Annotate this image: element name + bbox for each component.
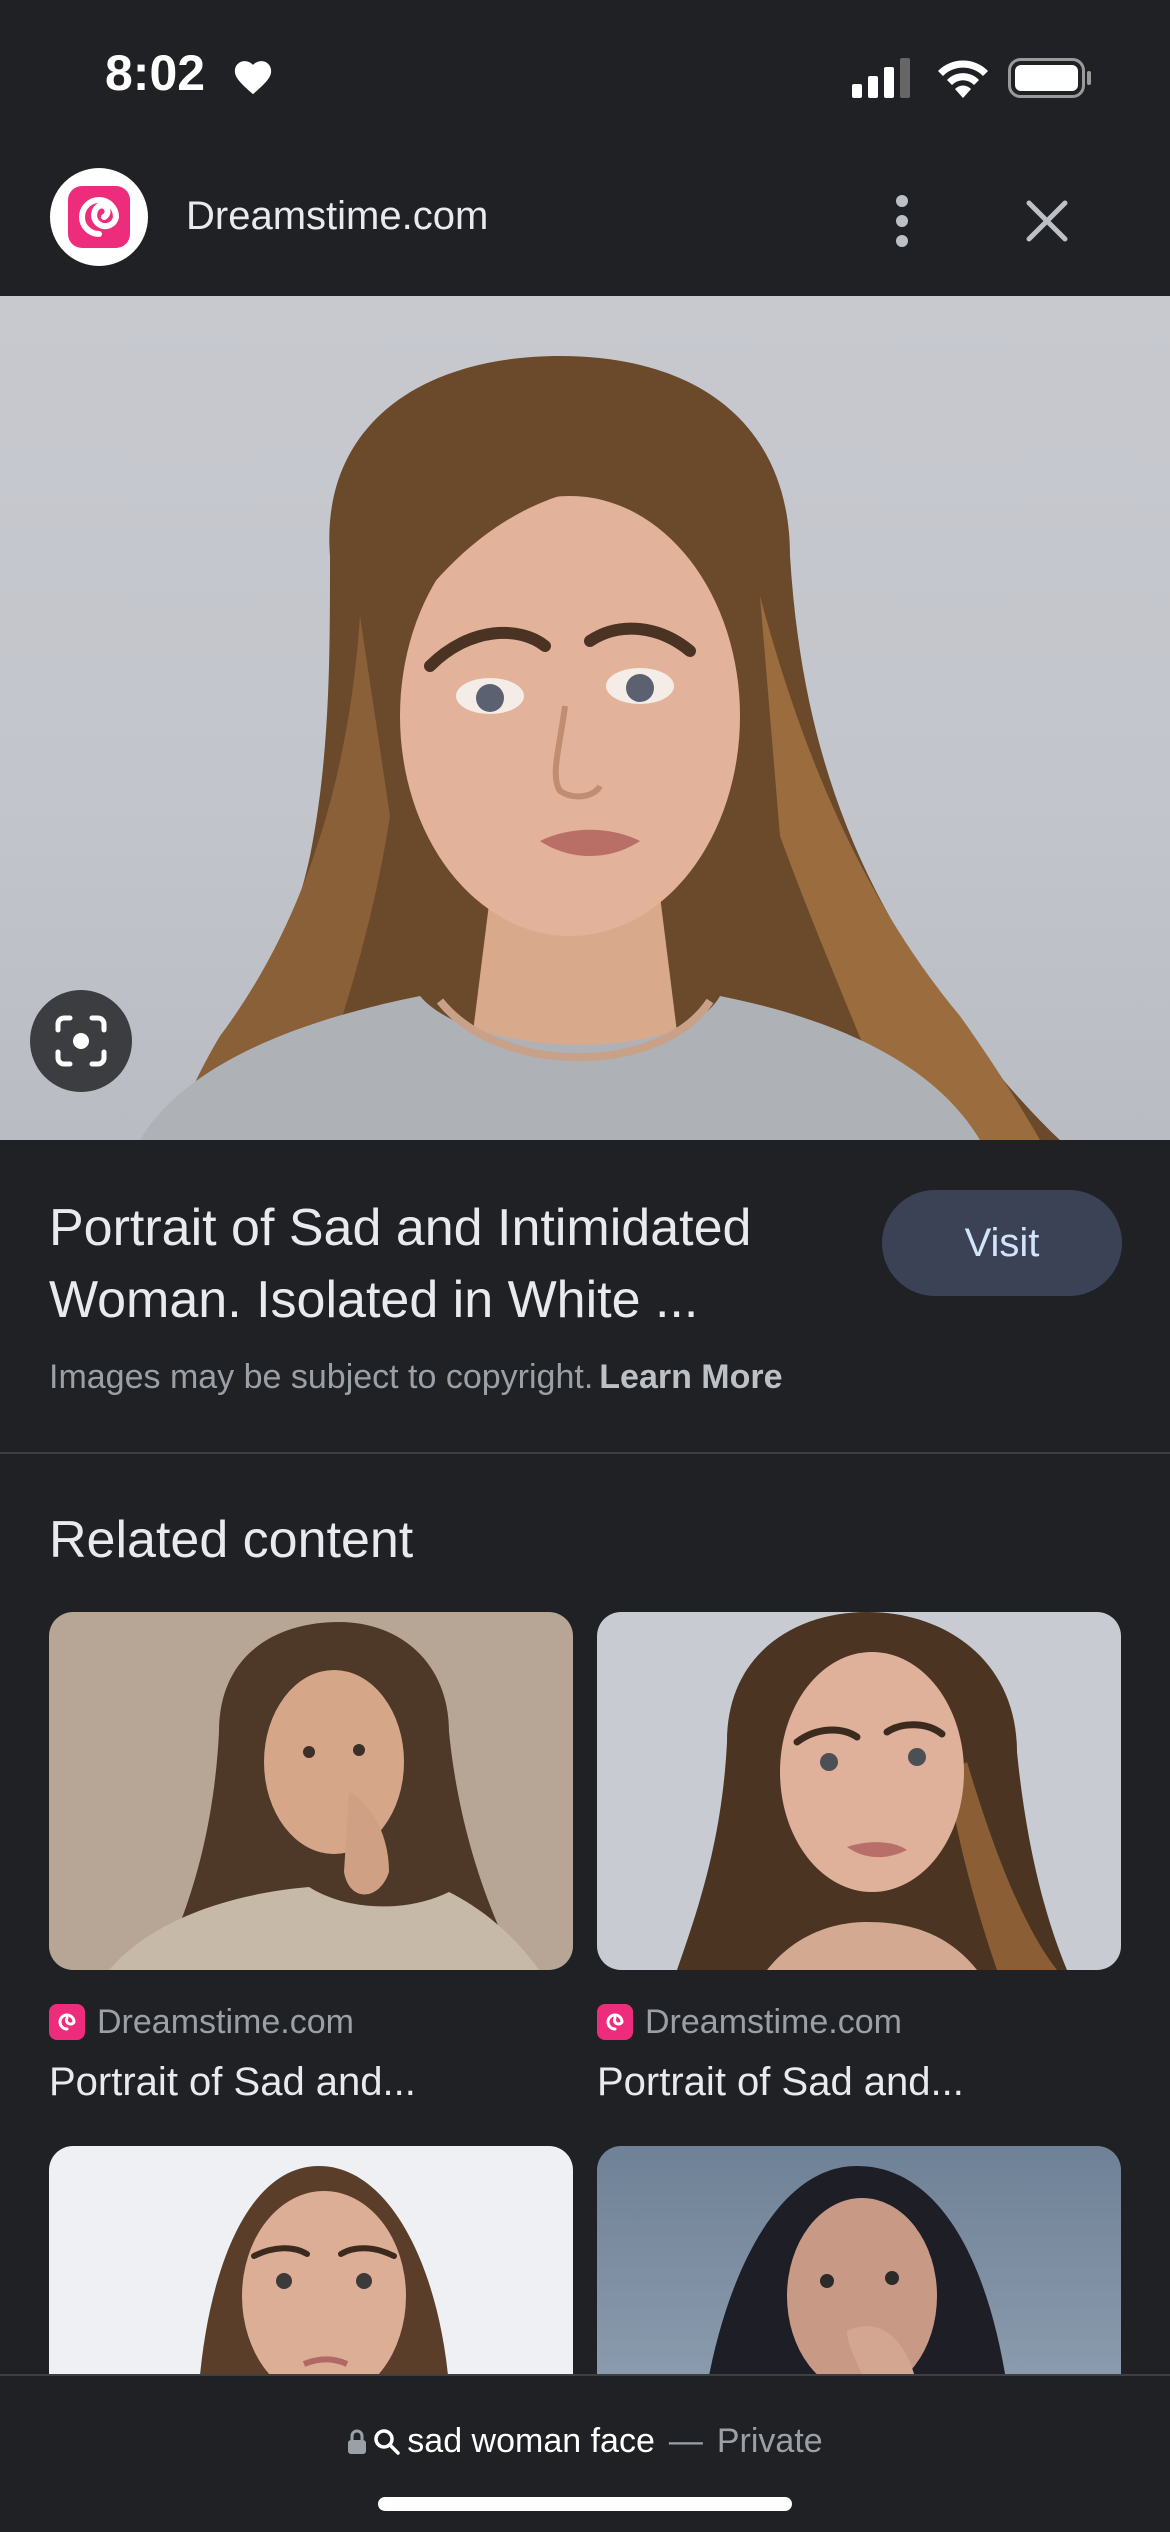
- status-time: 8:02: [105, 45, 206, 101]
- lens-search-button[interactable]: [30, 990, 132, 1092]
- main-image[interactable]: [0, 296, 1170, 1140]
- private-separator: —: [668, 2422, 703, 2460]
- lock-icon: [348, 2429, 367, 2454]
- heart-icon: [234, 61, 272, 95]
- related-thumbnail[interactable]: [597, 2146, 1121, 2386]
- wifi-icon: [938, 60, 988, 98]
- related-thumbnail[interactable]: [597, 1612, 1121, 1970]
- related-title[interactable]: Portrait of Sad and...: [49, 2060, 416, 2105]
- close-button[interactable]: [1012, 186, 1082, 256]
- related-source: Dreamstime.com: [49, 2002, 354, 2042]
- related-title[interactable]: Portrait of Sad and...: [597, 2060, 964, 2105]
- learn-more-link[interactable]: Learn More: [599, 1358, 782, 1396]
- related-thumbnail-image: [677, 1612, 1067, 1970]
- related-thumbnail[interactable]: [49, 1612, 573, 1970]
- search-query: sad woman face: [407, 2422, 655, 2460]
- signal-icon: [852, 58, 910, 98]
- dreamstime-logo-icon: [68, 186, 130, 248]
- related-source: Dreamstime.com: [597, 2002, 902, 2042]
- divider: [0, 1452, 1170, 1454]
- copyright-text: Images may be subject to copyright.: [49, 1358, 594, 1396]
- status-bar: 8:02: [0, 0, 1170, 150]
- related-source-name: Dreamstime.com: [97, 2002, 354, 2041]
- site-logo[interactable]: [50, 168, 148, 266]
- related-thumbnail-image: [109, 1622, 539, 1970]
- battery-icon: [1008, 58, 1091, 98]
- site-name[interactable]: Dreamstime.com: [186, 194, 488, 239]
- related-thumbnail-image: [707, 2166, 1007, 2386]
- visit-button[interactable]: Visit: [882, 1190, 1122, 1296]
- home-indicator[interactable]: [378, 2497, 792, 2511]
- related-card[interactable]: [49, 2146, 573, 2386]
- more-vert-icon: [896, 195, 908, 247]
- viewer-header: Dreamstime.com: [0, 150, 1170, 296]
- image-title[interactable]: Portrait of Sad and Intimidated Woman. I…: [49, 1192, 849, 1336]
- related-card[interactable]: Dreamstime.com Portrait of Sad and...: [49, 1612, 573, 2104]
- private-mode-label: Private: [716, 2422, 823, 2460]
- related-card[interactable]: [597, 2146, 1121, 2386]
- lens-icon: [55, 1015, 107, 1067]
- related-source-name: Dreamstime.com: [645, 2002, 902, 2041]
- related-thumbnail[interactable]: [49, 2146, 573, 2386]
- dreamstime-logo-icon: [597, 2004, 633, 2040]
- search-query-bar[interactable]: sad woman face — Private: [0, 2422, 1170, 2461]
- related-thumbnail-image: [199, 2166, 449, 2386]
- related-content-heading: Related content: [49, 1511, 414, 1569]
- search-icon: [374, 2428, 401, 2455]
- dreamstime-logo-icon: [49, 2004, 85, 2040]
- page: 8:02 Dreamstime.com Portrait of Sad and …: [0, 0, 1170, 2532]
- related-card[interactable]: Dreamstime.com Portrait of Sad and...: [597, 1612, 1121, 2104]
- close-icon: [1026, 200, 1068, 242]
- image-info: Portrait of Sad and Intimidated Woman. I…: [0, 1140, 1170, 1454]
- copyright-notice: Images may be subject to copyright. Learn…: [49, 1358, 783, 1397]
- woman-portrait-image: [140, 356, 1060, 1140]
- more-options-button[interactable]: [872, 186, 932, 256]
